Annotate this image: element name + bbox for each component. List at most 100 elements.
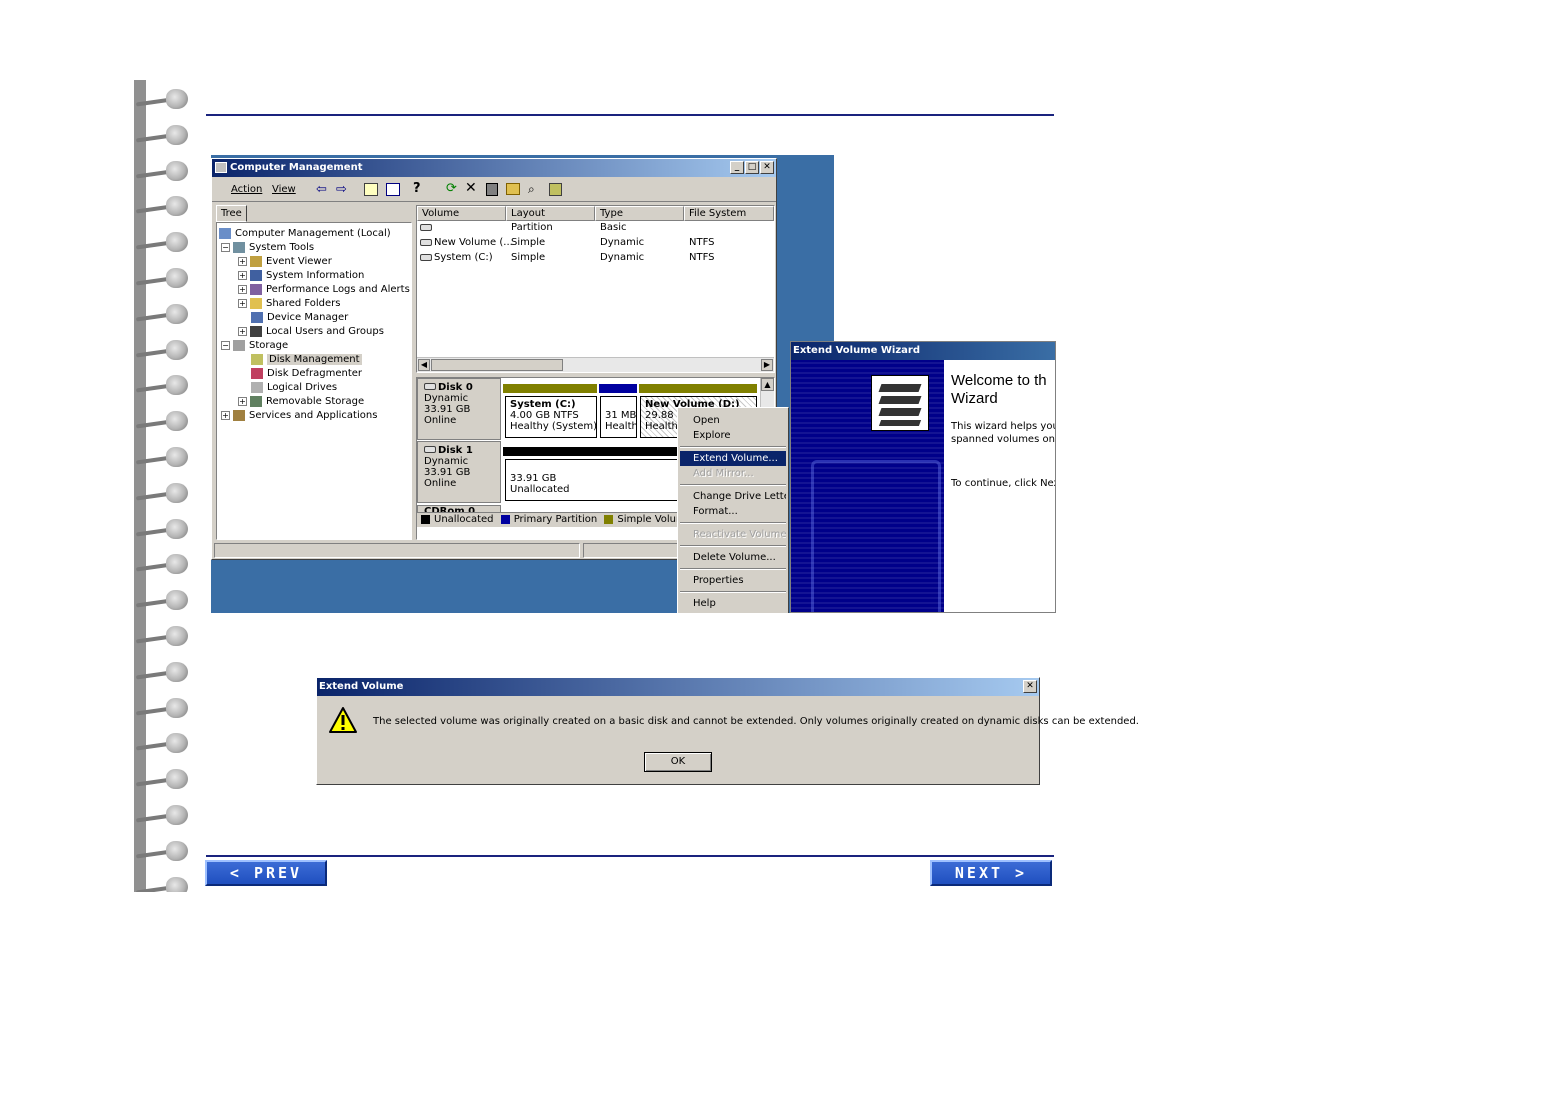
partition-system-c[interactable]: System (C:) 4.00 GB NTFS Healthy (System… <box>505 396 597 438</box>
close-button[interactable]: ✕ <box>760 161 774 174</box>
spiral-ring <box>135 122 192 146</box>
expand-icon[interactable]: + <box>238 396 247 406</box>
performance-icon <box>250 283 262 295</box>
menu-item-reactivate-volume[interactable]: Reactivate Volume <box>680 527 786 542</box>
menu-item-properties[interactable]: Properties <box>680 573 786 588</box>
menu-item-delete-volume[interactable]: Delete Volume... <box>680 550 786 565</box>
tree-item-system-information[interactable]: + System Information <box>238 269 364 283</box>
help-icon[interactable]: ? <box>413 181 421 196</box>
wizard-continue-text: To continue, click Next. <box>951 478 1056 489</box>
spiral-ring <box>135 229 192 253</box>
minimize-button[interactable]: _ <box>730 161 744 174</box>
device-manager-icon <box>251 311 263 323</box>
disk0-label[interactable]: Disk 0 Dynamic 33.91 GB Online <box>417 378 501 440</box>
folder-icon <box>250 297 262 309</box>
expand-icon[interactable]: + <box>238 298 247 308</box>
tree-item-shared-folders[interactable]: + Shared Folders <box>238 297 341 311</box>
properties-icon[interactable] <box>486 183 498 196</box>
dialog-title: Extend Volume <box>319 681 404 692</box>
menu-separator <box>680 545 786 547</box>
tree-item-disk-management[interactable]: Disk Management <box>251 353 362 367</box>
tree-item-event-viewer[interactable]: + Event Viewer <box>238 255 332 269</box>
legend-primary: Primary Partition <box>513 514 598 525</box>
menu-separator <box>680 522 786 524</box>
tree-item-performance-logs[interactable]: + Performance Logs and Alerts <box>238 283 410 297</box>
column-volume[interactable]: Volume <box>417 206 506 221</box>
menu-item-open[interactable]: Open <box>680 413 786 428</box>
menu-item-change-drive-letter[interactable]: Change Drive Letter a <box>680 489 786 504</box>
tree-item-removable-storage[interactable]: + Removable Storage <box>238 395 364 409</box>
tree-item-disk-defragmenter[interactable]: Disk Defragmenter <box>251 367 362 381</box>
top-rule <box>206 114 1054 116</box>
tree-item-logical-drives[interactable]: Logical Drives <box>251 381 337 395</box>
scroll-up-icon[interactable]: ▲ <box>761 378 774 391</box>
legend-unallocated: Unallocated <box>434 514 494 525</box>
horizontal-scrollbar[interactable]: ◀ ▶ <box>417 357 774 372</box>
dialog-close-button[interactable]: ✕ <box>1023 680 1037 693</box>
partition-31mb[interactable]: 31 MB Health <box>600 396 637 438</box>
expand-icon[interactable]: + <box>238 256 247 266</box>
delete-icon[interactable]: ✕ <box>465 180 477 196</box>
tree-item-device-manager[interactable]: Device Manager <box>251 311 348 325</box>
tree-pane: Computer Management (Local) − System Tool… <box>216 222 412 540</box>
tree-item-services-applications[interactable]: + Services and Applications <box>221 409 377 423</box>
event-viewer-icon <box>250 255 262 267</box>
menu-separator <box>680 568 786 570</box>
column-type[interactable]: Type <box>595 206 684 221</box>
scroll-left-icon[interactable]: ◀ <box>418 359 430 371</box>
column-layout[interactable]: Layout <box>506 206 595 221</box>
tree-item-system-tools[interactable]: − System Tools <box>221 241 314 255</box>
forward-icon[interactable]: ⇨ <box>336 182 347 197</box>
wizard-description: This wizard helps you in spanned volumes… <box>951 421 1055 445</box>
volume-icon <box>420 254 432 261</box>
search-icon[interactable]: ⌕ <box>528 182 535 197</box>
menu-item-extend-volume[interactable]: Extend Volume... <box>680 451 786 466</box>
menu-separator <box>680 484 786 486</box>
disk-icon <box>424 383 436 390</box>
volume-list: Volume Layout Type File System Partition… <box>416 205 775 373</box>
prev-button[interactable]: < PREV <box>205 860 327 886</box>
tab-tree[interactable]: Tree <box>216 205 247 222</box>
disk0-bar-simple <box>503 384 597 393</box>
collapse-icon[interactable]: − <box>221 242 230 252</box>
expand-icon[interactable]: + <box>221 410 230 420</box>
menu-item-format[interactable]: Format... <box>680 504 786 519</box>
spiral-ring <box>135 158 192 182</box>
removable-storage-icon <box>250 395 262 407</box>
scroll-thumb[interactable] <box>431 359 563 371</box>
maximize-button[interactable]: □ <box>745 161 759 174</box>
disk1-label[interactable]: Disk 1 Dynamic 33.91 GB Online <box>417 441 501 503</box>
tree-item-storage[interactable]: − Storage <box>221 339 288 353</box>
expand-icon[interactable]: + <box>238 270 247 280</box>
warning-icon <box>329 707 357 733</box>
expand-icon[interactable]: + <box>238 326 247 336</box>
legend-swatch-primary <box>500 514 510 524</box>
menu-item-add-mirror[interactable]: Add Mirror... <box>680 466 786 481</box>
column-file-system[interactable]: File System <box>684 206 774 221</box>
menu-item-help[interactable]: Help <box>680 596 786 611</box>
menu-action[interactable]: Action <box>231 184 262 195</box>
tree-item-computer-management[interactable]: Computer Management (Local) <box>219 227 391 241</box>
open-folder-icon[interactable] <box>506 183 520 195</box>
scroll-right-icon[interactable]: ▶ <box>761 359 773 371</box>
menu-item-explore[interactable]: Explore <box>680 428 786 443</box>
wizard-titlebar: Extend Volume Wizard <box>791 342 1055 360</box>
tree-item-local-users[interactable]: + Local Users and Groups <box>238 325 384 339</box>
next-button[interactable]: NEXT > <box>930 860 1052 886</box>
spiral-ring <box>135 301 192 325</box>
wizard-title: Extend Volume Wizard <box>793 345 921 356</box>
collapse-icon[interactable]: − <box>221 340 230 350</box>
menu-view[interactable]: View <box>272 184 296 195</box>
ok-button[interactable]: OK <box>644 752 712 772</box>
screenshot-desktop: Computer Management _ □ ✕ Action View ⇦ … <box>211 155 834 613</box>
context-menu: Open Explore Extend Volume... Add Mirror… <box>677 407 789 613</box>
disk0-bar-simple-d <box>639 384 757 393</box>
spiral-ring <box>135 838 192 862</box>
show-tree-icon[interactable] <box>386 183 400 196</box>
expand-icon[interactable]: + <box>238 284 247 294</box>
up-folder-icon[interactable] <box>364 183 378 196</box>
computer-icon <box>219 227 231 239</box>
refresh-icon[interactable]: ⟳ <box>446 181 457 196</box>
back-icon[interactable]: ⇦ <box>316 182 327 197</box>
disk-icon[interactable] <box>549 183 562 196</box>
